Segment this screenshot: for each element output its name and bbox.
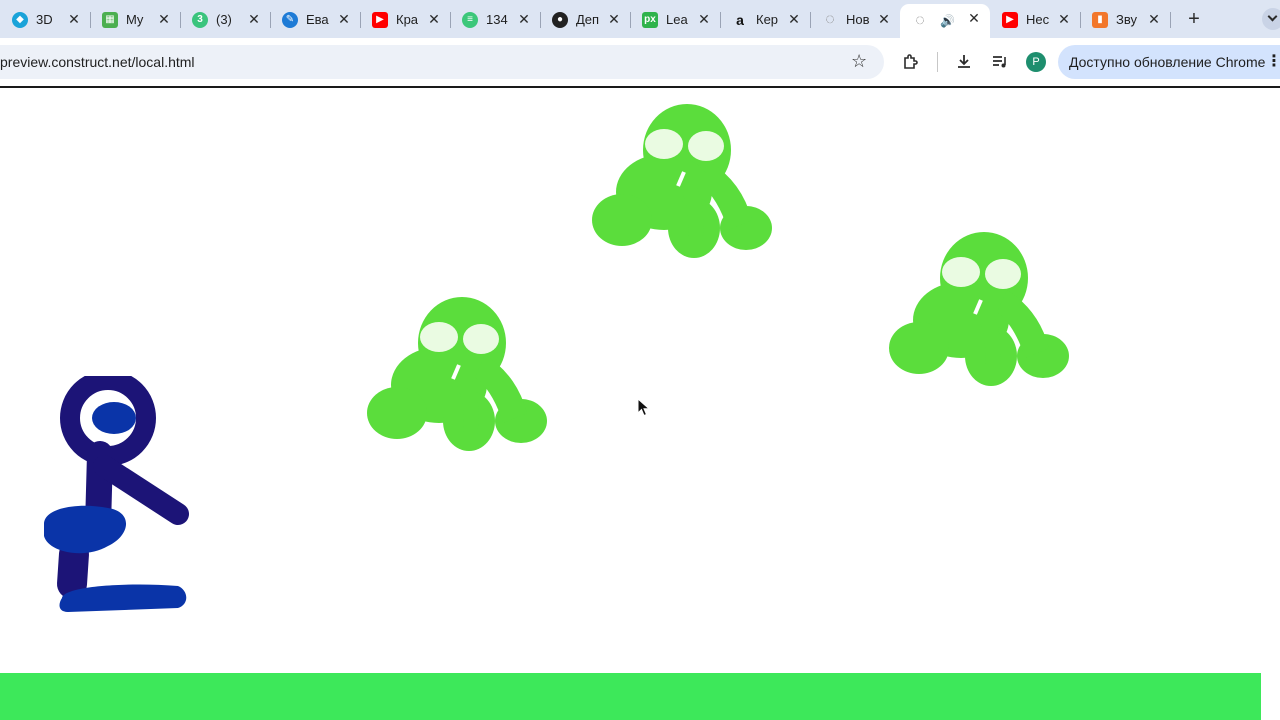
tab-close-icon[interactable]: ✕ bbox=[66, 11, 82, 27]
tab-close-icon[interactable]: ✕ bbox=[696, 11, 712, 27]
tab-close-icon[interactable]: ✕ bbox=[336, 11, 352, 27]
tab-title: Кра bbox=[396, 12, 419, 27]
address-bar[interactable]: preview.construct.net/local.html bbox=[0, 45, 884, 79]
player-character bbox=[44, 376, 189, 612]
url-text: preview.construct.net/local.html bbox=[0, 54, 195, 70]
tab-search-button[interactable] bbox=[1262, 8, 1280, 30]
tab-title: 3D bbox=[36, 12, 53, 27]
tab-close-icon[interactable]: ✕ bbox=[426, 11, 442, 27]
tab-close-icon[interactable]: ✕ bbox=[606, 11, 622, 27]
browser-tab[interactable]: ≡ 134 ✕ bbox=[450, 5, 541, 34]
calculator-icon: ▦ bbox=[102, 11, 118, 28]
bookmark-star-icon[interactable]: ☆ bbox=[851, 52, 867, 70]
stack-icon: ≡ bbox=[462, 11, 478, 28]
tab-strip: ◆ 3D ✕ ▦ My ✕ 3 (3) ✕ ✎ Ева ✕ ▶ Кра ✕ ≡ 134 ✕ ● Деп ✕ px Lea ✕ a… bbox=[0, 0, 1280, 38]
browser-tab-active[interactable]: ◌ 🔊 ✕ bbox=[900, 4, 990, 38]
media-controls-icon[interactable] bbox=[990, 52, 1010, 72]
mouse-cursor-icon bbox=[637, 398, 651, 417]
tab-close-icon[interactable]: ✕ bbox=[1146, 11, 1162, 27]
chrome-update-button[interactable]: Доступно обновление Chrome ⋮ bbox=[1058, 45, 1280, 79]
tab-close-icon[interactable]: ✕ bbox=[876, 11, 892, 27]
browser-tab[interactable]: ▶ Нес ✕ bbox=[990, 5, 1081, 34]
tab-close-icon[interactable]: ✕ bbox=[1056, 11, 1072, 27]
green-monster bbox=[592, 104, 772, 258]
tab-title: Зву bbox=[1116, 12, 1137, 27]
youtube-icon: ▶ bbox=[1002, 11, 1018, 28]
chat-icon: 3 bbox=[192, 11, 208, 28]
youtube-icon: ▶ bbox=[372, 11, 388, 28]
cube-icon: ◆ bbox=[12, 11, 28, 28]
browser-tab[interactable]: px Lea ✕ bbox=[630, 5, 721, 34]
browser-tab[interactable]: ● Деп ✕ bbox=[540, 5, 631, 34]
tab-close-icon[interactable]: ✕ bbox=[516, 11, 532, 27]
tab-close-icon[interactable]: ✕ bbox=[156, 11, 172, 27]
browser-tab[interactable]: ▶ Кра ✕ bbox=[360, 5, 451, 34]
tab-title: Нес bbox=[1026, 12, 1050, 27]
face-icon: ● bbox=[552, 11, 568, 28]
browser-tab[interactable]: ◆ 3D ✕ bbox=[0, 5, 91, 34]
browser-tab[interactable]: 3 (3) ✕ bbox=[180, 5, 271, 34]
menu-dots-icon[interactable]: ⋮ bbox=[1266, 45, 1280, 79]
tab-close-icon[interactable]: ✕ bbox=[966, 10, 982, 26]
loading-icon: ◌ bbox=[915, 12, 925, 29]
ground-platform bbox=[0, 673, 1261, 720]
toolbar-divider bbox=[937, 52, 938, 72]
browser-tab[interactable]: ✎ Ева ✕ bbox=[270, 5, 361, 34]
update-label: Доступно обновление Chrome bbox=[1069, 54, 1266, 70]
browser-tab[interactable]: ▮ Зву ✕ bbox=[1080, 5, 1171, 34]
tab-title: Кер bbox=[756, 12, 779, 27]
tab-title: My bbox=[126, 12, 144, 27]
tab-title: 134 bbox=[486, 12, 508, 27]
new-tab-button[interactable]: + bbox=[1184, 9, 1204, 29]
browser-tab[interactable]: ▦ My ✕ bbox=[90, 5, 181, 34]
tab-close-icon[interactable]: ✕ bbox=[246, 11, 262, 27]
green-monster bbox=[889, 232, 1069, 386]
tab-audio-icon[interactable]: 🔊 bbox=[940, 14, 955, 28]
tab-separator bbox=[1170, 12, 1171, 28]
px-icon: px bbox=[642, 11, 658, 28]
green-monster bbox=[367, 297, 547, 451]
profile-avatar[interactable]: P bbox=[1026, 52, 1046, 72]
pencil-icon: ✎ bbox=[282, 11, 298, 28]
tab-close-icon[interactable]: ✕ bbox=[786, 11, 802, 27]
loading-icon: ◌ bbox=[825, 10, 835, 28]
tab-title: (3) bbox=[216, 12, 232, 27]
download-icon[interactable] bbox=[954, 52, 974, 72]
amazon-icon: a bbox=[736, 11, 744, 28]
tab-title: Нов bbox=[846, 12, 870, 27]
browser-tab[interactable]: a Кер ✕ bbox=[720, 5, 811, 34]
game-canvas[interactable] bbox=[0, 88, 1280, 720]
bars-icon: ▮ bbox=[1092, 11, 1108, 28]
browser-tab[interactable]: ◌ Нов ✕ bbox=[810, 5, 900, 34]
tab-title: Ева bbox=[306, 12, 329, 27]
extensions-icon[interactable] bbox=[901, 52, 921, 72]
browser-toolbar: preview.construct.net/local.html ☆ P Дос… bbox=[0, 38, 1280, 86]
tab-title: Деп bbox=[576, 12, 600, 27]
tab-title: Lea bbox=[666, 12, 688, 27]
